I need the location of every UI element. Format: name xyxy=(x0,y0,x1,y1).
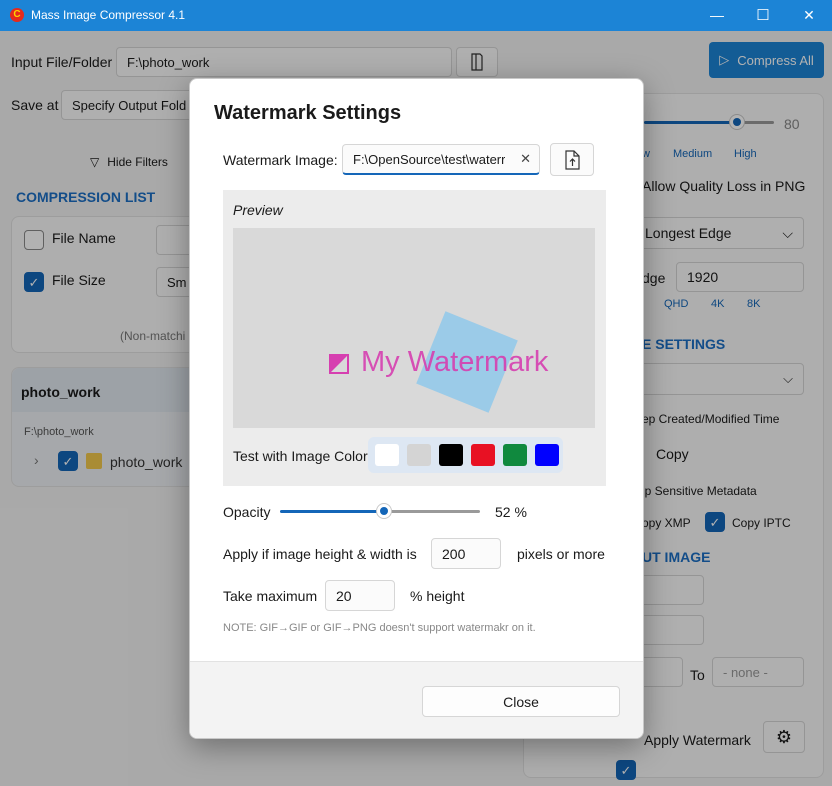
title-bar: C Mass Image Compressor 4.1 — ☐ ✕ xyxy=(0,0,832,31)
max-height-suffix: % height xyxy=(410,588,465,604)
opacity-value: 52 % xyxy=(495,504,527,520)
watermark-image-path: F:\OpenSource\test\waterr xyxy=(353,151,506,167)
file-upload-icon xyxy=(565,149,580,170)
swatch-blue[interactable] xyxy=(535,444,559,466)
swatch-white[interactable] xyxy=(375,444,399,466)
close-icon[interactable]: ✕ xyxy=(786,0,832,31)
watermark-settings-dialog: Watermark Settings Watermark Image: F:\O… xyxy=(189,78,644,739)
opacity-slider-fill xyxy=(280,510,384,513)
swatch-gray[interactable] xyxy=(407,444,431,466)
apply-size-input[interactable]: 200 xyxy=(431,538,501,569)
open-image-button[interactable] xyxy=(550,143,594,176)
swatch-black[interactable] xyxy=(439,444,463,466)
opacity-label: Opacity xyxy=(223,504,271,520)
swatch-red[interactable] xyxy=(471,444,495,466)
preview-canvas: My Watermark xyxy=(233,228,595,428)
app-icon: C xyxy=(10,8,24,22)
max-height-input[interactable]: 20 xyxy=(325,580,395,611)
opacity-slider-track xyxy=(384,510,480,513)
watermark-text: My Watermark xyxy=(361,346,549,378)
color-swatch-bar xyxy=(368,437,563,473)
window-title: Mass Image Compressor 4.1 xyxy=(31,8,186,22)
apply-size-suffix: pixels or more xyxy=(517,546,605,562)
watermark-image-input[interactable]: F:\OpenSource\test\waterr ✕ xyxy=(342,144,540,175)
test-color-label: Test with Image Color xyxy=(233,448,368,464)
dialog-footer: Close xyxy=(190,661,643,738)
apply-size-label: Apply if image height & width is xyxy=(223,546,417,562)
opacity-slider-thumb[interactable] xyxy=(376,503,392,519)
clear-icon[interactable]: ✕ xyxy=(520,151,531,167)
preview-panel: Preview My Watermark Test with Image Col… xyxy=(223,190,606,486)
dialog-title: Watermark Settings xyxy=(214,102,402,124)
watermark-logo-icon xyxy=(329,354,349,374)
take-maximum-label: Take maximum xyxy=(223,588,318,604)
minimize-icon[interactable]: — xyxy=(694,0,740,31)
maximize-icon[interactable]: ☐ xyxy=(740,0,786,31)
close-button-label: Close xyxy=(503,693,539,710)
watermark-image-label: Watermark Image: xyxy=(223,152,338,168)
close-button[interactable]: Close xyxy=(422,686,620,717)
preview-title: Preview xyxy=(233,202,283,218)
swatch-green[interactable] xyxy=(503,444,527,466)
gif-note: NOTE: GIF→GIF or GIF→PNG doesn't support… xyxy=(223,622,536,634)
